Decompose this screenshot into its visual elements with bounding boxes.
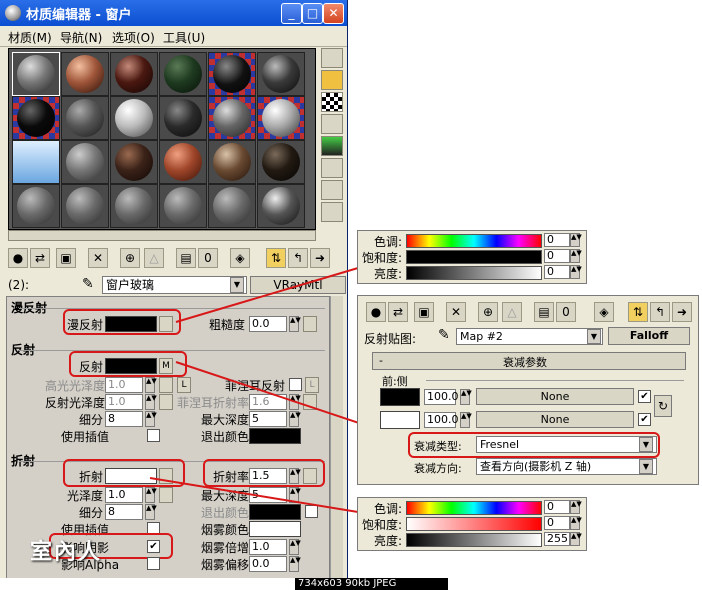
value-label: 亮度: <box>374 534 403 548</box>
hue-label: 色调: <box>374 502 403 516</box>
go-forward-to-sibling-icon[interactable]: ➜ <box>672 302 692 322</box>
divider <box>426 380 684 381</box>
saturation-slider[interactable] <box>406 250 542 264</box>
falloff-rollout-header[interactable]: - 衰减参数 <box>372 352 686 370</box>
falloff-direction-label: 衰减方向: <box>414 462 462 475</box>
side-amount-spinner[interactable]: ▲▼ <box>460 412 472 428</box>
saturation-label: 饱和度: <box>362 251 403 265</box>
value-input[interactable]: 255 <box>544 532 570 546</box>
swap-colors-icon[interactable]: ↻ <box>654 395 672 417</box>
front-color-swatch[interactable] <box>380 388 420 406</box>
hue-spinner[interactable]: ▲▼ <box>570 233 582 247</box>
hue-input[interactable]: 0 <box>544 500 570 514</box>
chevron-down-icon[interactable]: ▼ <box>587 329 601 344</box>
saturation-spinner[interactable]: ▲▼ <box>570 249 582 263</box>
show-map-in-viewport-icon[interactable]: ◈ <box>594 302 614 322</box>
collapse-icon: - <box>379 354 383 367</box>
callout-line <box>175 267 359 323</box>
assign-material-icon[interactable]: ▣ <box>414 302 434 322</box>
hue-spinner[interactable]: ▲▼ <box>570 500 582 514</box>
front-map-button[interactable]: None <box>476 388 634 405</box>
make-copy-icon[interactable]: ⊕ <box>478 302 498 322</box>
value-slider[interactable] <box>406 533 542 547</box>
image-status-bar: 734x603 90kb JPEG <box>295 578 448 590</box>
get-material-icon[interactable]: ● <box>366 302 386 322</box>
front-amount-spinner[interactable]: ▲▼ <box>460 389 472 405</box>
highlight-box <box>408 432 660 458</box>
map-name-field[interactable]: Map #2 <box>456 328 603 345</box>
put-to-library-icon[interactable]: ▤ <box>534 302 554 322</box>
hue-slider[interactable] <box>406 501 542 515</box>
value-input[interactable]: 0 <box>544 265 570 279</box>
go-to-parent-icon[interactable]: ↰ <box>650 302 670 322</box>
hue-slider[interactable] <box>406 234 542 248</box>
side-color-swatch[interactable] <box>380 411 420 429</box>
side-amount-input[interactable]: 100.0 <box>424 412 459 428</box>
front-amount-input[interactable]: 100.0 <box>424 389 459 405</box>
saturation-slider[interactable] <box>406 517 542 531</box>
color-selector-hsv-white: 色调: 0 ▲▼ 饱和度: 0 ▲▼ 亮度: 255 ▲▼ <box>357 497 587 551</box>
hue-input[interactable]: 0 <box>544 233 570 247</box>
show-end-result-icon[interactable]: ⇅ <box>628 302 648 322</box>
value-slider[interactable] <box>406 266 542 280</box>
falloff-direction-select[interactable]: 查看方向(摄影机 Z 轴) <box>476 458 657 475</box>
falloff-map-panel: ● ⇄ ▣ ✕ ⊕ △ ▤ 0 ◈ ⇅ ↰ ➜ 反射贴图: ✎ Map #2 ▼… <box>357 295 699 485</box>
eyedropper-icon[interactable]: ✎ <box>438 327 450 343</box>
map-toolbar: ● ⇄ ▣ ✕ ⊕ △ ▤ 0 ◈ ⇅ ↰ ➜ <box>362 300 694 324</box>
saturation-input[interactable]: 0 <box>544 516 570 530</box>
saturation-input[interactable]: 0 <box>544 249 570 263</box>
callout-line <box>149 477 359 513</box>
value-spinner[interactable]: ▲▼ <box>570 265 582 279</box>
chevron-down-icon[interactable]: ▼ <box>639 459 653 474</box>
value-spinner[interactable]: ▲▼ <box>570 532 582 546</box>
reset-map-icon[interactable]: ✕ <box>446 302 466 322</box>
side-map-button[interactable]: None <box>476 411 634 428</box>
material-id-icon[interactable]: 0 <box>556 302 576 322</box>
saturation-spinner[interactable]: ▲▼ <box>570 516 582 530</box>
saturation-label: 饱和度: <box>362 518 403 532</box>
map-type-button[interactable]: Falloff <box>608 327 690 345</box>
value-label: 亮度: <box>374 267 403 281</box>
side-map-checkbox[interactable]: ✔ <box>638 413 651 426</box>
front-map-checkbox[interactable]: ✔ <box>638 390 651 403</box>
put-to-scene-icon[interactable]: ⇄ <box>388 302 408 322</box>
front-side-group-label: 前:侧 <box>382 375 408 388</box>
hue-label: 色调: <box>374 235 403 249</box>
make-unique-icon[interactable]: △ <box>502 302 522 322</box>
watermark-text: 室內人 <box>30 539 103 565</box>
rollout-title: 衰减参数 <box>503 356 547 369</box>
color-selector-hsv-black: 色调: 0 ▲▼ 饱和度: 0 ▲▼ 亮度: 0 ▲▼ <box>357 230 587 284</box>
reflect-map-label: 反射贴图: <box>364 332 417 346</box>
